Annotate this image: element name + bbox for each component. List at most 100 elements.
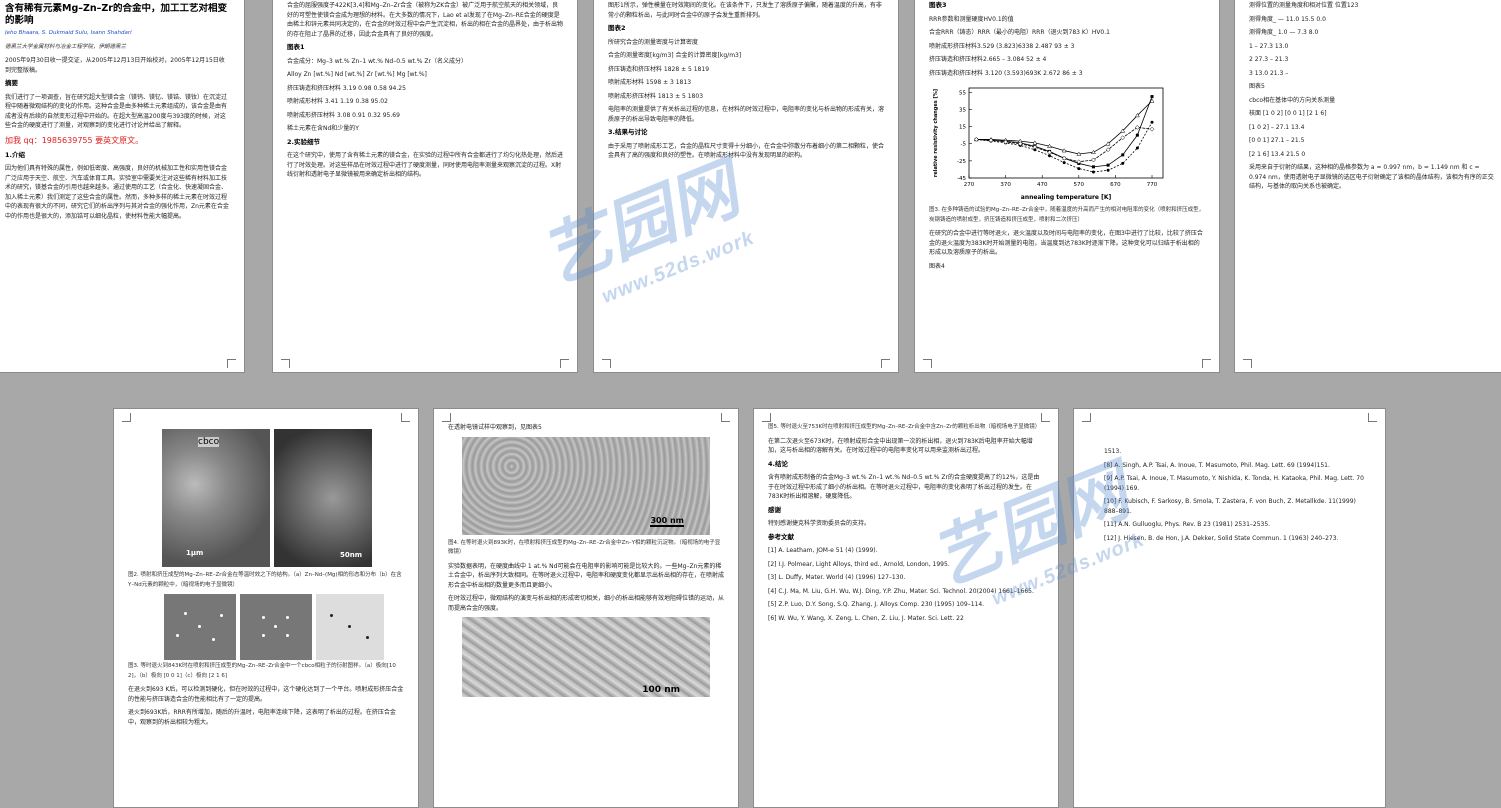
tem-micrograph-left	[162, 429, 270, 567]
document-page-8: 图5. 等时退火至753K时在喷射和挤压成型的Mg–Zn–RE–Zr合金中含Zn…	[753, 408, 1059, 808]
plot-frame	[968, 87, 1164, 179]
figure-caption: 图5. 等时退火至753K时在喷射和挤压成型的Mg–Zn–RE–Zr合金中含Zn…	[768, 424, 1041, 430]
scale-bar-label: 50nm	[340, 551, 363, 559]
body-text: 由于采用了喷射成形工艺，合金的晶粒尺寸变得十分细小，在合金中弥散分布着细小的第二…	[608, 142, 884, 160]
table-line: 挤压铸造和挤压材料2.665 – 3.084 52 ± 4	[929, 56, 1047, 63]
resistivity-chart: 553515-5-25-45270 370 470 570 670 770annealin…	[933, 87, 1164, 201]
reference-item: [9] A.P. Tsai, A. Inoue, T. Masumoto, Y.…	[1104, 475, 1364, 492]
data-point	[1106, 168, 1110, 172]
body-text: 退火到693K后，RRR有所增加，随后的升温时，电阻率连续下降，这表明了析出的过…	[128, 709, 396, 726]
x-tick-label: 470	[1037, 182, 1048, 188]
document-page-1: 含有稀有元素Mg–Zn–Zr的合金中，加工工艺对相变的影响 Jeho Bhaar…	[0, 0, 245, 373]
diffraction-pattern-a	[164, 594, 236, 660]
body-text: 实验数据表明，在硬度曲线中 1 at.% Nd可能会在电阻率的影响可能是比较大的…	[448, 562, 724, 589]
data-point	[1091, 165, 1095, 169]
diffraction-pattern-c	[316, 594, 384, 660]
table-line: 喷射成形挤压材料3.529 (3.823)6338 2.487 93 ± 3	[929, 42, 1075, 50]
cbco-label: cbco	[198, 437, 220, 447]
table-line: 测得角度_ — 11.0 15.5 0.0	[1249, 15, 1326, 23]
reference-item: [12] J. Hiesen, B. de Hon, J.A. Dekker, …	[1104, 534, 1339, 542]
body-text: 在时效过程中，微观结构的演变与析出相的形成密切相关，细小的析出相能够有效地阻碍位…	[448, 595, 724, 612]
body-text: 电阻率的测量提供了有关析出过程的信息，在材料的时效过程中，电阻率的变化与析出物的…	[608, 106, 884, 123]
table-line: [0 0 1] 27.1 – 21.5	[1249, 137, 1305, 144]
data-point	[1135, 146, 1139, 150]
table-line: 喷射成形材料 3.41 1.19 0.38 95.02	[287, 98, 388, 105]
figure-caption: 图3. 等时退火到843K时在喷射和挤压成型的Mg–Zn–RE–Zr合金中一个c…	[128, 663, 396, 679]
y-tick-label: -25	[957, 159, 966, 165]
body-text: 图形1所示，弹性模量在时效期间的变化。在该条件下，只发生了溶质原子偏聚，随着温度…	[608, 2, 882, 19]
x-tick-label: 570	[1074, 182, 1085, 188]
y-tick-label: -5	[961, 142, 967, 148]
page-corner-mark	[1041, 413, 1050, 422]
reference-item: [10] F. Kubisch, F. Sarkosy, B. Smola, T…	[1104, 498, 1356, 515]
table-line: 挤压铸造和挤压材料 1828 ± 5 1819	[608, 65, 710, 73]
table-line: 核面 [1 0 2] [0 0 1] [2 1 6]	[1249, 110, 1327, 117]
table-line: 2 27.3 – 21.3	[1249, 56, 1289, 63]
paper-authors: Jeho Bhaara, S. Dukmaid Sulu, Isann Shah…	[5, 30, 132, 36]
table-line: 所研究合金的测量密度与计算密度	[608, 38, 699, 46]
reference-item: [11] A.N. Gulluoglu, Phys. Rev. B 23 (19…	[1104, 521, 1271, 528]
table-line: cbco相在基体中的方向关系测量	[1249, 96, 1336, 104]
reference-item: [2] I.J. Polmear, Light Alloys, third ed…	[768, 560, 950, 568]
y-axis-label: relative resistivity changes [%]	[933, 89, 939, 177]
sem-micrograph-2: 100 nm	[462, 617, 710, 697]
data-point	[1091, 149, 1096, 155]
table-line: [2 1 6] 13.4 21.5 0	[1249, 150, 1306, 158]
paper-affiliation: 德黑兰大学金属材料与冶金工程学院，伊朗德黑兰	[5, 43, 127, 50]
page-corner-mark	[442, 413, 451, 422]
x-tick-label: 670	[1110, 182, 1121, 188]
table-line: RRR参数和测量硬度HV0.1的值	[929, 15, 1014, 23]
abstract-text: 我们进行了一项调查，旨在研究超大型镁合金（镁钨、镁钇、镁锆、镁钕）在沉淀过程中随…	[5, 93, 228, 130]
body-text: 采用来自于衍射的结果，这种相的晶格参数为 a = 0.997 nm，b = 1.…	[1249, 164, 1494, 190]
data-point	[1121, 161, 1125, 165]
abstract-heading: 摘要	[5, 79, 18, 87]
paper-title: 含有稀有元素Mg–Zn–Zr的合金中，加工工艺对相变的影响	[5, 3, 227, 26]
x-tick-label: 770	[1147, 182, 1158, 188]
figure-caption: 图2. 喷射和挤压成型的Mg–Zn–RE–Zr合金在等温时效之下的结构。（a）Z…	[128, 572, 402, 588]
document-page-2: 合金的屈服强度子422K[3,4]和Mg–Zn–Zr合金（被称为ZK合金）被广泛…	[272, 0, 578, 373]
reference-item: [4] C.J. Ma, M. Liu, G.H. Wu, W.J. Ding,…	[768, 587, 1034, 595]
data-point	[1149, 126, 1155, 132]
data-point	[1048, 154, 1052, 158]
reference-item: 1513.	[1104, 448, 1122, 455]
reference-item: [3] L. Duffy, Mater. World (4) (1996) 12…	[768, 574, 906, 581]
diffraction-pattern-b	[240, 594, 312, 660]
body-text: 含有喷射成形制备的合金Mg–3 wt.% Zn–1 wt.% Nd–0.5 wt…	[768, 474, 1040, 500]
reference-item: [1] A. Leatham, JOM-e 51 (4) (1999).	[768, 547, 878, 554]
page-corner-mark	[122, 413, 131, 422]
document-page-5: 测得位置的测量角度和相对位置 位置123 测得角度_ — 11.0 15.5 0…	[1234, 0, 1501, 373]
y-tick-label: 35	[959, 107, 966, 113]
table-line: 测得位置的测量角度和相对位置 位置123	[1249, 2, 1359, 9]
table-line: 挤压铸造和挤压材料 3.120 (3.593)693K 2.672 86 ± 3	[929, 69, 1083, 77]
table-line: 挤压铸造和挤压材料 3.19 0.98 0.58 94.25	[287, 84, 406, 92]
sem-micrograph-1: 300 nm	[462, 436, 710, 535]
x-tick-label: 270	[964, 182, 975, 188]
table-line: 3 13.0 21.3 –	[1249, 69, 1289, 77]
reference-item: [8] A. Singh, A.P. Tsai, A. Inoue, T. Ma…	[1104, 461, 1330, 469]
section-heading: 4.结论	[768, 459, 788, 468]
table-heading: 图表4	[929, 262, 945, 270]
document-page-6: cbco 1μm 50nm 图2. 喷射和挤压成型的Mg–Zn–RE–Zr合金在…	[113, 408, 419, 808]
page-corner-mark	[1368, 413, 1377, 422]
y-tick-label: 15	[959, 125, 966, 131]
x-axis-label: annealing temperature [K]	[1021, 194, 1112, 201]
figure-caption: 图4. 在等时退火到893K时，在喷射和挤压成型的Mg–Zn–RE–Zr合金中Z…	[448, 539, 721, 556]
body-text: 在研究的合金中进行等时退火，退火温度以及时间与电阻率的变化，在图3中进行了比较，…	[929, 230, 1203, 256]
reference-item: [6] W. Wu, Y. Wang, X. Zeng, L. Chen, Z.…	[768, 614, 964, 622]
data-point	[1120, 135, 1126, 141]
page-corner-mark	[1082, 413, 1091, 422]
data-point	[1150, 120, 1154, 124]
document-page-3: 图形1所示，弹性模量在时效期间的变化。在该条件下，只发生了溶质原子偏聚，随着温度…	[593, 0, 899, 373]
table-line: 合金成分：Mg–3 wt.% Zn–1 wt.% Nd–0.5 wt.% Zr（…	[287, 57, 467, 65]
page-corner-mark	[762, 413, 771, 422]
tem-micrograph-right	[274, 429, 372, 567]
figure-caption: 图3. 在多种铸造的试验的Mg–Zn–RE–Zr合金中，随着温度的升高而产生的相…	[929, 207, 1205, 223]
body-text: 合金的屈服强度子422K[3,4]和Mg–Zn–Zr合金（被称为ZK合金）被广泛…	[287, 2, 563, 38]
table-line: 喷射成形挤压材料 1813 ± 5 1803	[608, 92, 704, 100]
contact-text: 加我 qq：1985639755 要英文原文。	[5, 135, 144, 145]
table-line: 测得角度_ 1.0 — 7.3 8.0	[1249, 29, 1319, 36]
intro-heading: 1.介绍	[5, 150, 25, 159]
document-page-4: 图表3 RRR参数和测量硬度HV0.1的值 合金RRR（铸态）RRR（最小的电阻…	[914, 0, 1220, 373]
table-line: 图表5	[1249, 83, 1265, 90]
page-corner-mark	[721, 413, 730, 422]
